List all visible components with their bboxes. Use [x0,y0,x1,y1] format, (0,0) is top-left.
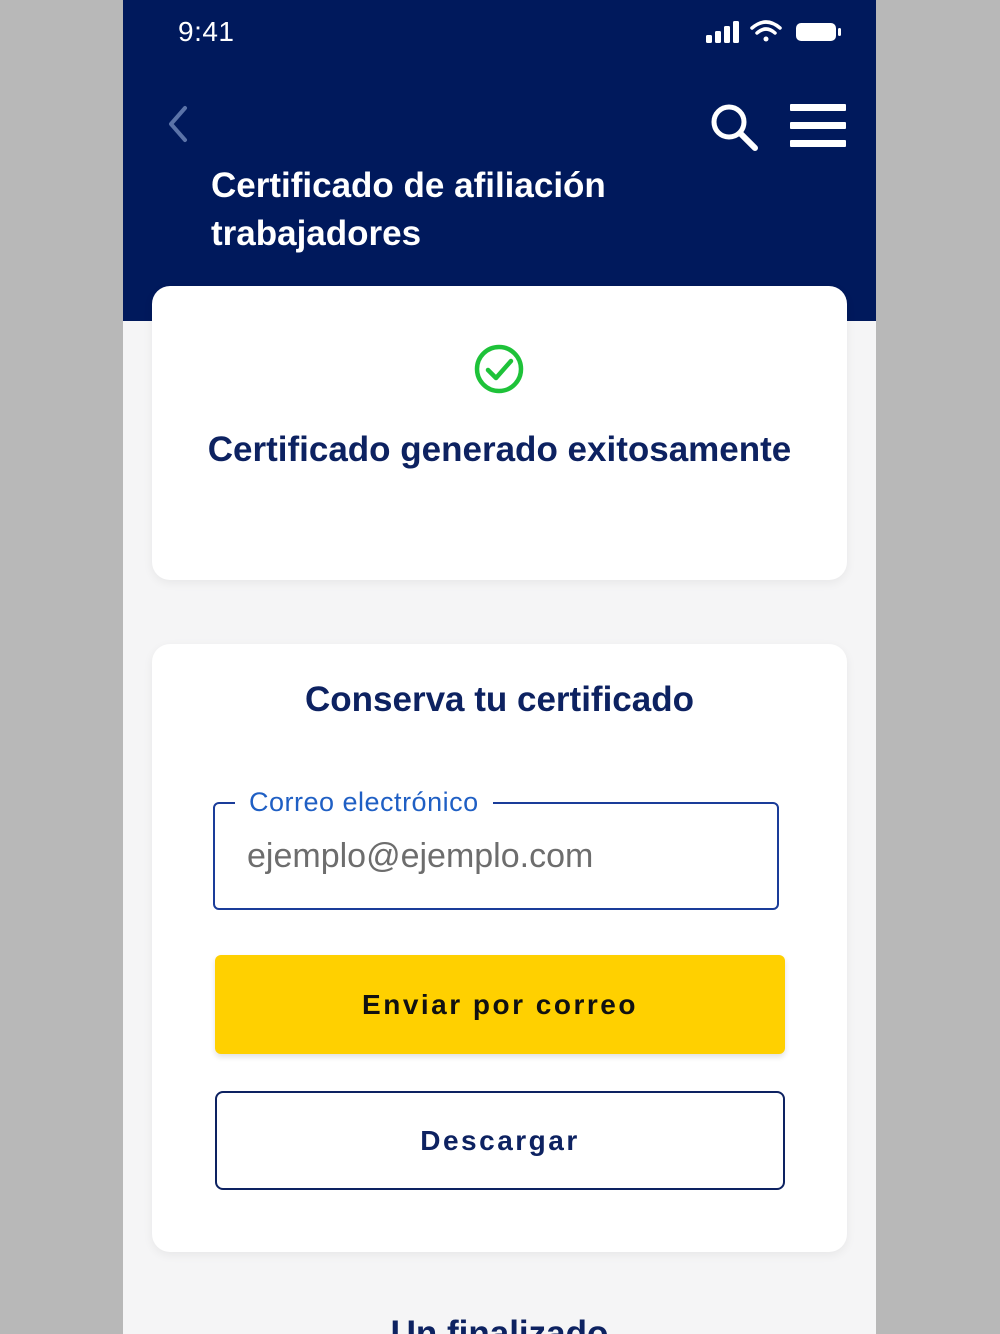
hamburger-menu-icon [790,104,846,147]
back-button[interactable] [161,100,195,148]
chevron-left-icon [169,106,187,142]
success-card: Certificado generado exitosamente [152,286,847,580]
download-button[interactable]: Descargar [215,1091,785,1190]
success-message: Certificado generado exitosamente [207,430,792,469]
email-field-label: Correo electrónico [235,782,493,822]
email-input[interactable] [247,832,747,880]
cellular-signal-icon [706,21,739,43]
menu-button[interactable] [789,102,849,150]
search-button[interactable] [709,100,761,154]
status-time: 9:41 [178,16,235,47]
keep-certificate-title: Conserva tu certificado [305,680,694,719]
status-bar: 9:41 [123,0,876,64]
status-icons [706,20,841,43]
phone-screen: 9:41 Certificado de afiliación trabajado… [123,0,876,1334]
search-icon [711,104,758,151]
battery-icon [796,23,841,41]
wifi-icon [750,20,782,42]
page-title: Certificado de afiliación trabajadores [211,166,606,253]
next-section-heading: Un finalizado [390,1314,609,1334]
email-field: Correo electrónico [213,782,779,910]
send-by-email-button[interactable]: Enviar por correo [215,955,785,1054]
check-circle-icon [474,344,524,394]
keep-certificate-card: Conserva tu certificado Correo electróni… [152,644,847,1252]
